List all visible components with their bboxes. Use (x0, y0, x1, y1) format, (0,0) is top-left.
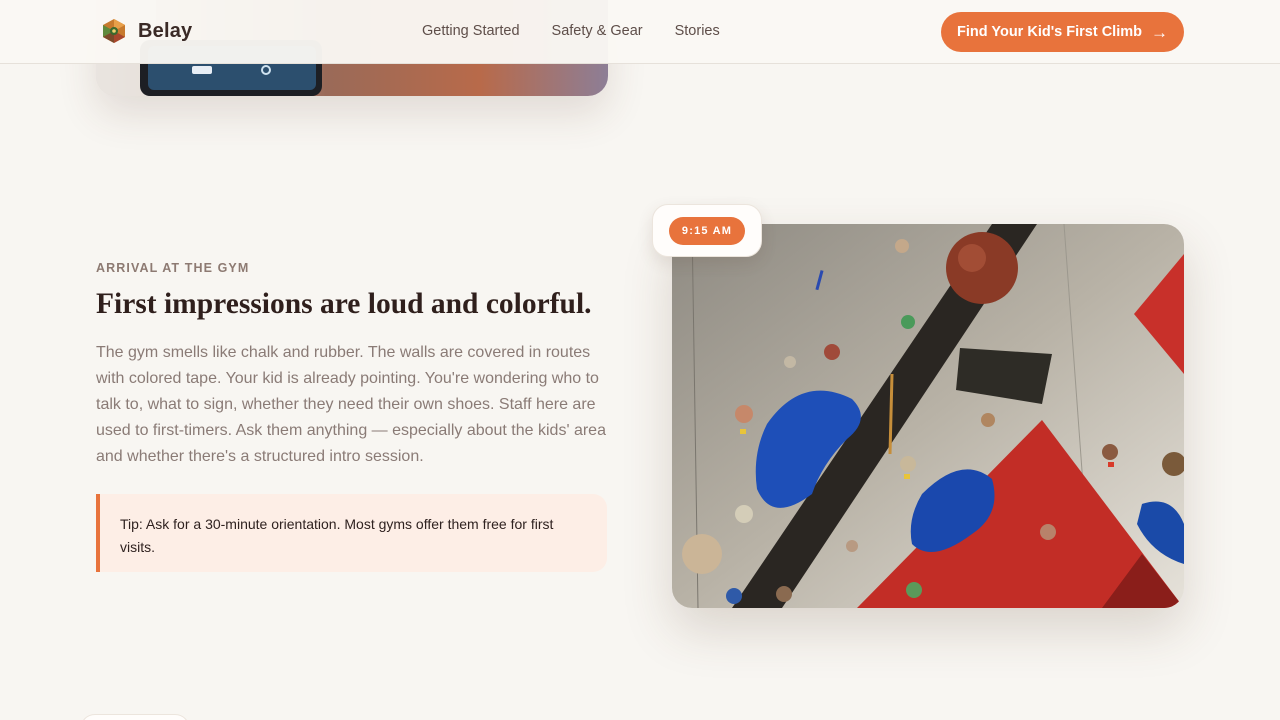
nav-link-getting-started[interactable]: Getting Started (422, 23, 520, 39)
section-heading: First impressions are loud and colorful. (96, 288, 592, 320)
climbing-wall-photo (672, 224, 1184, 608)
hexagon-logo-icon (103, 19, 125, 43)
site-header: Belay Getting Started Safety & Gear Stor… (0, 0, 1280, 64)
time-badge: 9:15 AM (669, 217, 745, 245)
nav-link-stories[interactable]: Stories (675, 23, 720, 39)
find-first-climb-button[interactable]: Find Your Kid's First Climb → (941, 12, 1184, 52)
section-eyebrow: ARRIVAL AT THE GYM (96, 261, 250, 275)
brand-name: Belay (138, 19, 193, 42)
tip-text: Tip: Ask for a 30-minute orientation. Mo… (120, 516, 554, 555)
brand[interactable]: Belay (102, 18, 192, 44)
tip-callout: Tip: Ask for a 30-minute orientation. Mo… (96, 494, 607, 572)
cta-label: Find Your Kid's First Climb (957, 24, 1142, 40)
next-section-tag (80, 714, 190, 720)
climbing-wall-image (672, 224, 1184, 608)
nav-link-safety-gear[interactable]: Safety & Gear (552, 23, 643, 39)
time-tag: 9:15 AM (652, 204, 762, 257)
main-nav: Getting Started Safety & Gear Stories (422, 23, 720, 39)
arrow-right-icon: → (1150, 22, 1168, 42)
section-body: The gym smells like chalk and rubber. Th… (96, 344, 606, 465)
